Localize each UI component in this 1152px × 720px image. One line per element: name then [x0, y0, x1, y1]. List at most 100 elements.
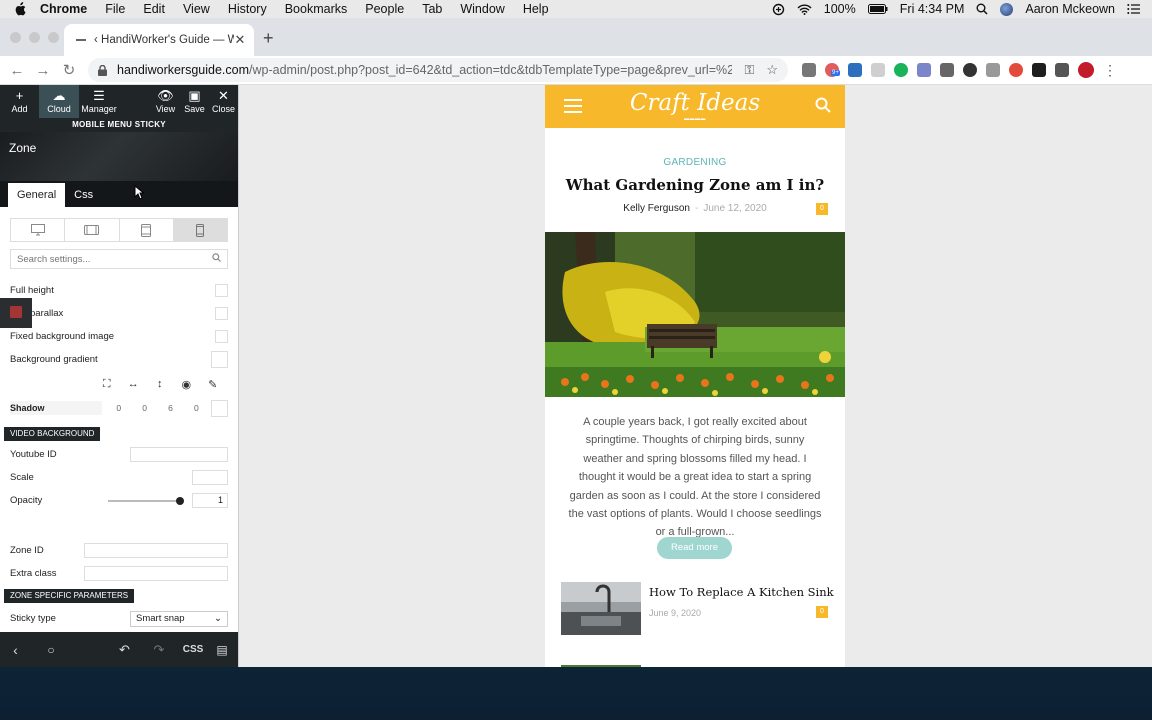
- extension-10-icon[interactable]: [1009, 63, 1023, 77]
- fixed-bg-checkbox[interactable]: [215, 330, 228, 343]
- bookmark-star-icon[interactable]: ☆: [766, 62, 778, 78]
- collapse-left-icon[interactable]: ‹: [0, 642, 31, 658]
- save-button[interactable]: ▣ Save: [180, 85, 209, 118]
- search-icon[interactable]: [212, 253, 221, 265]
- chrome-menu-icon[interactable]: ⋮: [1103, 62, 1117, 79]
- comment-count-badge[interactable]: 0: [816, 203, 828, 215]
- post-category[interactable]: GARDENING: [545, 157, 845, 168]
- extension-7-icon[interactable]: [940, 63, 954, 77]
- menu-view[interactable]: View: [183, 2, 210, 16]
- redo-icon[interactable]: ↷: [138, 642, 180, 658]
- shadow-spread-value[interactable]: 0: [183, 403, 209, 413]
- menu-history[interactable]: History: [228, 2, 267, 16]
- shadow-y-value[interactable]: 6: [158, 403, 184, 413]
- new-tab-icon[interactable]: +: [263, 28, 274, 49]
- sticky-type-select[interactable]: Smart snap ⌄: [130, 610, 228, 627]
- phone-device-button[interactable]: [173, 219, 227, 241]
- manager-button[interactable]: ☰ Manager: [79, 85, 119, 118]
- extension-11-icon[interactable]: [1032, 63, 1046, 77]
- reload-icon[interactable]: ↻: [56, 61, 82, 79]
- page-scrollbar[interactable]: [1146, 85, 1152, 667]
- blur-icon[interactable]: ◉: [173, 378, 200, 391]
- vertical-offset-icon[interactable]: ↕: [147, 378, 174, 390]
- menu-bookmarks[interactable]: Bookmarks: [285, 2, 348, 16]
- site-logo[interactable]: Craft Ideas: [545, 90, 845, 116]
- shadow-size-value[interactable]: 0: [106, 403, 132, 413]
- related-comment-badge[interactable]: 0: [816, 606, 828, 618]
- lock-icon[interactable]: [98, 65, 107, 76]
- tab-css[interactable]: Css: [65, 183, 102, 207]
- browser-tab-active[interactable]: ‹ HandiWorker's Guide — Wor ✕: [64, 24, 254, 56]
- cloud-button[interactable]: ☁ Cloud: [39, 85, 79, 118]
- menubar-clock[interactable]: Fri 4:34 PM: [900, 2, 965, 16]
- zoom-window-button[interactable]: [48, 32, 59, 43]
- related-post-item[interactable]: How To Replace A Kitchen Sink June 9, 20…: [561, 582, 834, 638]
- menu-window[interactable]: Window: [460, 2, 504, 16]
- menu-people[interactable]: People: [365, 2, 404, 16]
- landscape-tablet-button[interactable]: [65, 219, 120, 241]
- forward-arrow-icon[interactable]: →: [30, 62, 56, 79]
- shadow-x-value[interactable]: 0: [132, 403, 158, 413]
- expand-icon[interactable]: ⛶: [94, 378, 121, 391]
- opacity-input[interactable]: 1: [192, 493, 228, 508]
- full-height-checkbox[interactable]: [215, 284, 228, 297]
- spotlight-icon[interactable]: [976, 3, 988, 15]
- settings-search[interactable]: [10, 249, 228, 269]
- close-button[interactable]: ✕ Close: [209, 85, 238, 118]
- menu-help[interactable]: Help: [523, 2, 549, 16]
- related-post-thumbnail[interactable]: [561, 582, 641, 635]
- color-swatch-popup[interactable]: [0, 298, 32, 328]
- scale-input[interactable]: [192, 470, 228, 485]
- post-title[interactable]: What Gardening Zone am I in?: [545, 176, 845, 194]
- camera-icon[interactable]: [986, 63, 1000, 77]
- control-center-icon[interactable]: [1127, 4, 1140, 14]
- menu-tab[interactable]: Tab: [422, 2, 442, 16]
- bg-gradient-swatch[interactable]: [211, 351, 228, 368]
- grammarly-icon[interactable]: [894, 63, 908, 77]
- eyedropper-icon[interactable]: ✎: [200, 378, 227, 391]
- battery-icon[interactable]: [867, 4, 888, 14]
- user-avatar[interactable]: [1000, 2, 1014, 16]
- featured-image[interactable]: [545, 232, 845, 397]
- opacity-slider-handle[interactable]: [176, 496, 184, 505]
- undo-icon[interactable]: ↶: [111, 642, 138, 658]
- shadow-color-swatch[interactable]: [211, 399, 228, 417]
- css-button[interactable]: CSS: [180, 644, 206, 655]
- layers-icon[interactable]: ▤: [206, 643, 238, 657]
- sync-icon[interactable]: [772, 3, 785, 16]
- extension-6-icon[interactable]: [917, 63, 931, 77]
- extra-class-input[interactable]: [84, 566, 228, 581]
- close-window-button[interactable]: [10, 32, 21, 43]
- youtube-id-input[interactable]: [130, 447, 228, 462]
- wifi-icon[interactable]: [797, 4, 812, 15]
- home-icon[interactable]: ○: [31, 643, 71, 657]
- search-input[interactable]: [17, 253, 212, 265]
- extension-3-icon[interactable]: [848, 63, 862, 77]
- menu-chrome[interactable]: Chrome: [40, 2, 87, 16]
- extension-8-icon[interactable]: [963, 63, 977, 77]
- portrait-tablet-button[interactable]: [120, 219, 174, 241]
- related-post-title[interactable]: How To Replace A Kitchen Sink: [649, 585, 834, 599]
- profile-avatar[interactable]: [1078, 62, 1094, 78]
- add-button[interactable]: + Add: [0, 85, 39, 118]
- opacity-slider[interactable]: [108, 496, 184, 505]
- key-icon[interactable]: ⚿: [744, 62, 754, 78]
- extension-4-icon[interactable]: [871, 63, 885, 77]
- extension-2-icon[interactable]: 9+: [825, 63, 840, 77]
- read-more-button[interactable]: Read more: [657, 537, 732, 559]
- horizontal-offset-icon[interactable]: ↔: [120, 378, 147, 390]
- related-post-item-next[interactable]: [561, 665, 831, 667]
- menu-edit[interactable]: Edit: [143, 2, 165, 16]
- puzzle-icon[interactable]: [1055, 63, 1069, 77]
- url-text[interactable]: handiworkersguide.com/wp-admin/post.php?…: [117, 63, 732, 77]
- address-bar[interactable]: handiworkersguide.com/wp-admin/post.php?…: [88, 58, 788, 82]
- tab-close-icon[interactable]: ✕: [234, 32, 246, 48]
- tab-general[interactable]: General: [8, 183, 66, 207]
- post-author[interactable]: Kelly Ferguson: [623, 203, 690, 214]
- desktop-device-button[interactable]: [11, 219, 66, 241]
- menubar-user[interactable]: Aaron Mckeown: [1025, 2, 1115, 16]
- view-button[interactable]: 👁 View: [151, 85, 180, 118]
- parallax-checkbox[interactable]: [215, 307, 228, 320]
- apple-icon[interactable]: [14, 2, 28, 16]
- zone-id-input[interactable]: [84, 543, 228, 558]
